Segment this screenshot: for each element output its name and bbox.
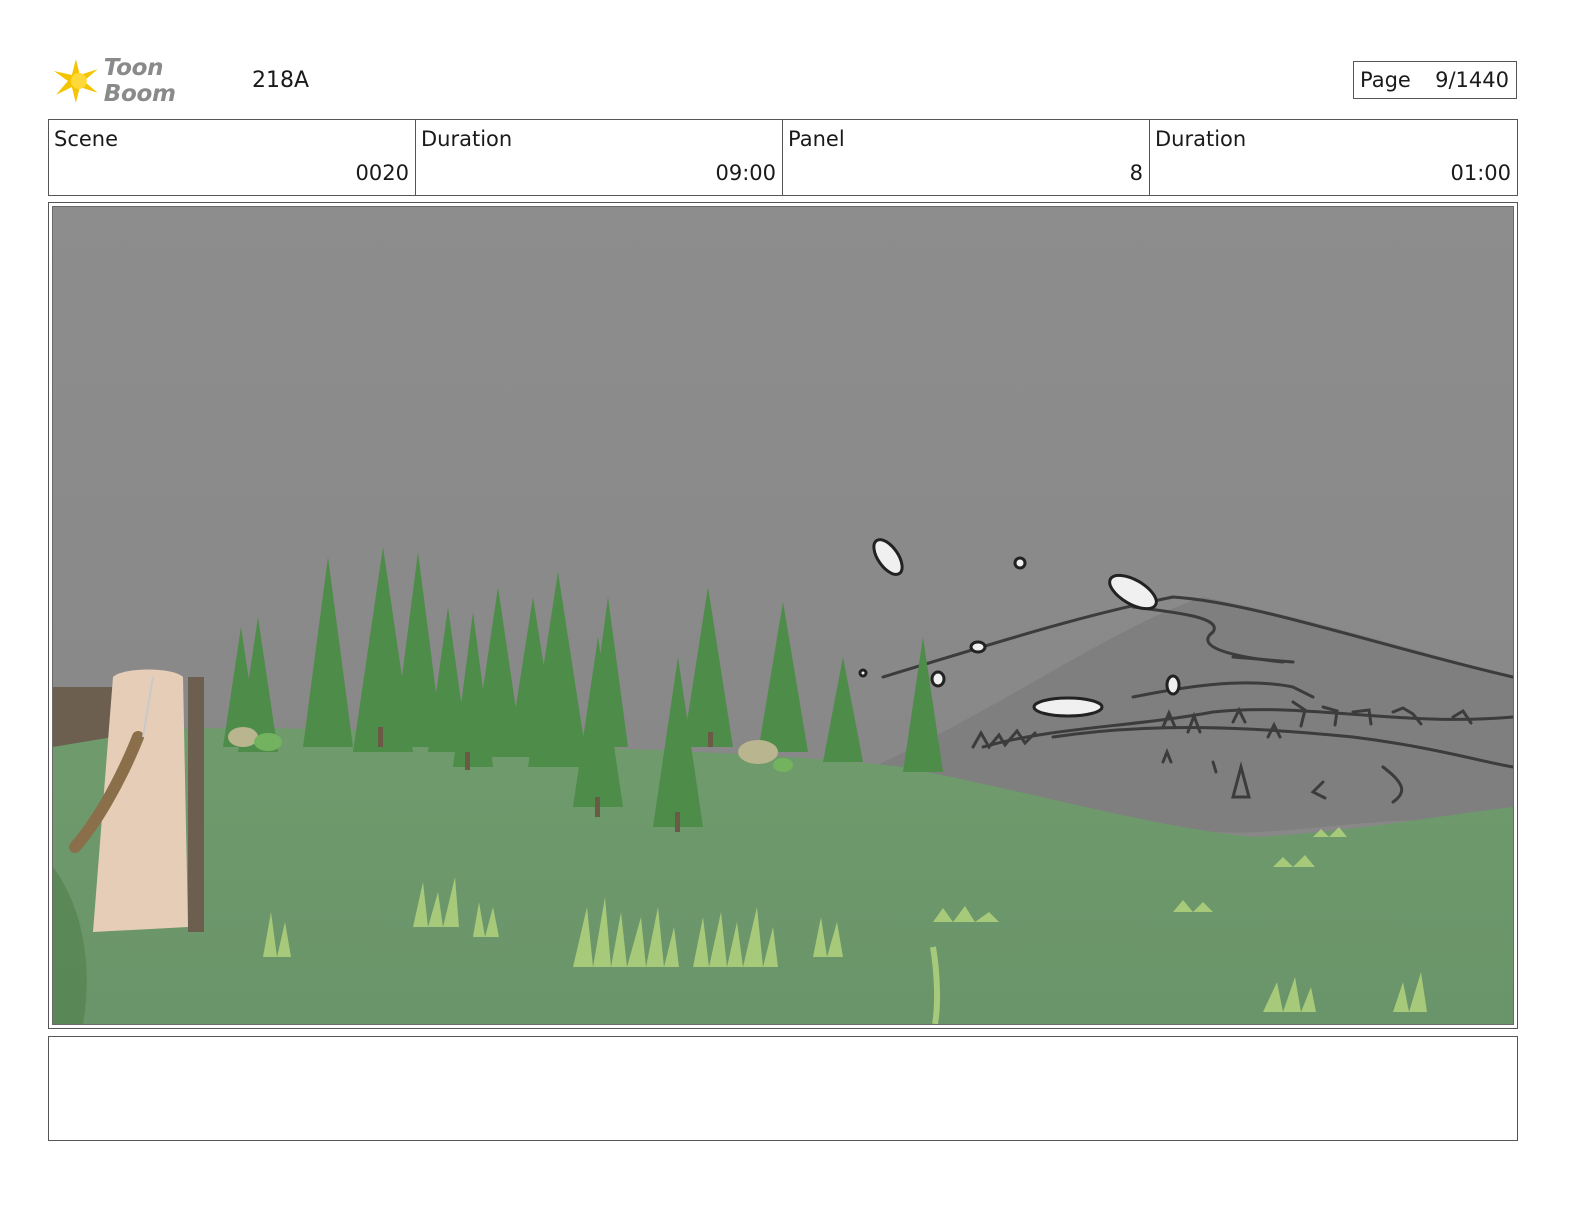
scene-duration-label: Duration bbox=[421, 127, 513, 151]
panel-cell: Panel 8 bbox=[783, 120, 1150, 195]
panel-duration-label: Duration bbox=[1155, 127, 1247, 151]
page-value: 9/1440 bbox=[1435, 68, 1509, 92]
forest-meadow-scene bbox=[53, 207, 1513, 1024]
panel-notes-box bbox=[48, 1036, 1518, 1141]
page-label: Page bbox=[1360, 68, 1411, 92]
panel-duration-cell: Duration 01:00 bbox=[1150, 120, 1517, 195]
page-indicator: Page 9/1440 bbox=[1353, 61, 1517, 99]
toon-boom-logo: Toon Boom bbox=[52, 55, 242, 107]
panel-label: Panel bbox=[788, 127, 845, 151]
scene-label: Scene bbox=[54, 127, 119, 151]
scene-info-table: Scene 0020 Duration 09:00 Panel 8 Durati… bbox=[48, 119, 1518, 196]
scene-cell: Scene 0020 bbox=[49, 120, 416, 195]
logo-text: Toon Boom bbox=[103, 55, 176, 107]
panel-value: 8 bbox=[1129, 161, 1143, 185]
scene-value: 0020 bbox=[355, 161, 409, 185]
storyboard-panel-frame bbox=[48, 202, 1518, 1029]
project-id: 218A bbox=[252, 68, 310, 93]
signpost-shadow bbox=[188, 677, 204, 932]
scene-duration-value: 09:00 bbox=[715, 161, 776, 185]
panel-duration-value: 01:00 bbox=[1450, 161, 1511, 185]
star-burst-icon bbox=[53, 59, 98, 103]
scene-duration-cell: Duration 09:00 bbox=[416, 120, 783, 195]
storyboard-panel-image bbox=[52, 206, 1514, 1025]
